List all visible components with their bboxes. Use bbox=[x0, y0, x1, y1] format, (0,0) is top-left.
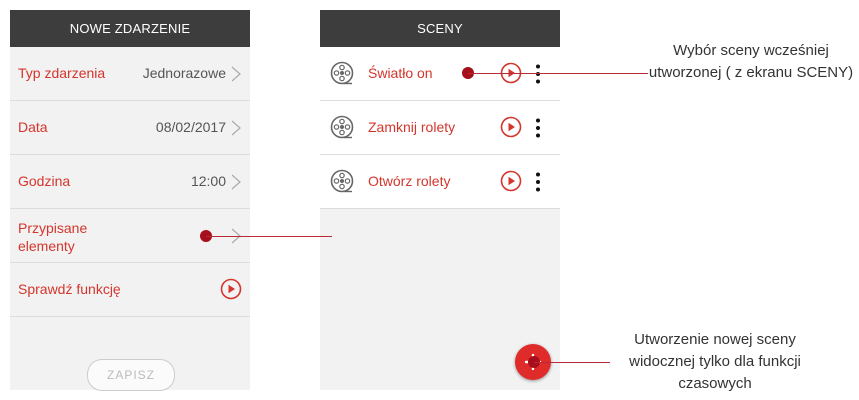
callout-line bbox=[468, 73, 648, 74]
time-label: Godzina bbox=[18, 173, 71, 189]
save-button[interactable]: ZAPISZ bbox=[87, 359, 175, 391]
chevron-right-icon bbox=[231, 174, 241, 190]
more-options-icon[interactable] bbox=[536, 172, 540, 192]
annotation-new-scene: Utworzenie nowej sceny widocznej tylko d… bbox=[629, 331, 801, 392]
scene-row[interactable]: Zamknij rolety bbox=[320, 101, 560, 155]
play-icon[interactable] bbox=[500, 116, 522, 138]
time-row[interactable]: Godzina 12:00 bbox=[10, 155, 250, 209]
scene-label: Otwórz rolety bbox=[368, 173, 451, 189]
film-reel-icon bbox=[330, 61, 354, 85]
test-function-row[interactable]: Sprawdź funkcję bbox=[10, 263, 250, 317]
callout-line bbox=[534, 362, 610, 363]
date-label: Data bbox=[18, 119, 48, 135]
chevron-right-icon bbox=[231, 66, 241, 82]
test-function-label: Sprawdź funkcję bbox=[18, 281, 121, 297]
assigned-elements-label: Przypisane elementy bbox=[18, 220, 88, 254]
date-value: 08/02/2017 bbox=[155, 119, 226, 135]
film-reel-icon bbox=[330, 115, 354, 139]
scene-row[interactable]: Światło on bbox=[320, 47, 560, 101]
scenes-title: SCENY bbox=[320, 10, 560, 47]
date-row[interactable]: Data 08/02/2017 bbox=[10, 101, 250, 155]
callout-line bbox=[206, 236, 332, 237]
more-options-icon[interactable] bbox=[536, 64, 540, 84]
event-type-label: Typ zdarzenia bbox=[18, 65, 106, 81]
play-icon[interactable] bbox=[500, 170, 522, 192]
scene-row[interactable]: Otwórz rolety bbox=[320, 155, 560, 209]
more-options-icon[interactable] bbox=[536, 118, 540, 138]
time-value: 12:00 bbox=[190, 173, 226, 189]
new-event-screen: NOWE ZDARZENIE Typ zdarzenia Jednorazowe… bbox=[10, 10, 250, 391]
event-type-value: Jednorazowe bbox=[142, 65, 226, 81]
play-icon[interactable] bbox=[220, 278, 242, 300]
film-reel-icon bbox=[330, 169, 354, 193]
event-type-row[interactable]: Typ zdarzenia Jednorazowe bbox=[10, 47, 250, 101]
scenes-screen: SCENY Światło on Zamknij rolety Otwórz r… bbox=[320, 10, 560, 390]
chevron-right-icon bbox=[231, 120, 241, 136]
new-event-title: NOWE ZDARZENIE bbox=[10, 10, 250, 47]
scene-label: Zamknij rolety bbox=[368, 119, 456, 135]
annotation-scene-choice: Wybór sceny wcześniej utworzonej ( z ekr… bbox=[648, 42, 854, 81]
scene-label: Światło on bbox=[368, 65, 433, 81]
